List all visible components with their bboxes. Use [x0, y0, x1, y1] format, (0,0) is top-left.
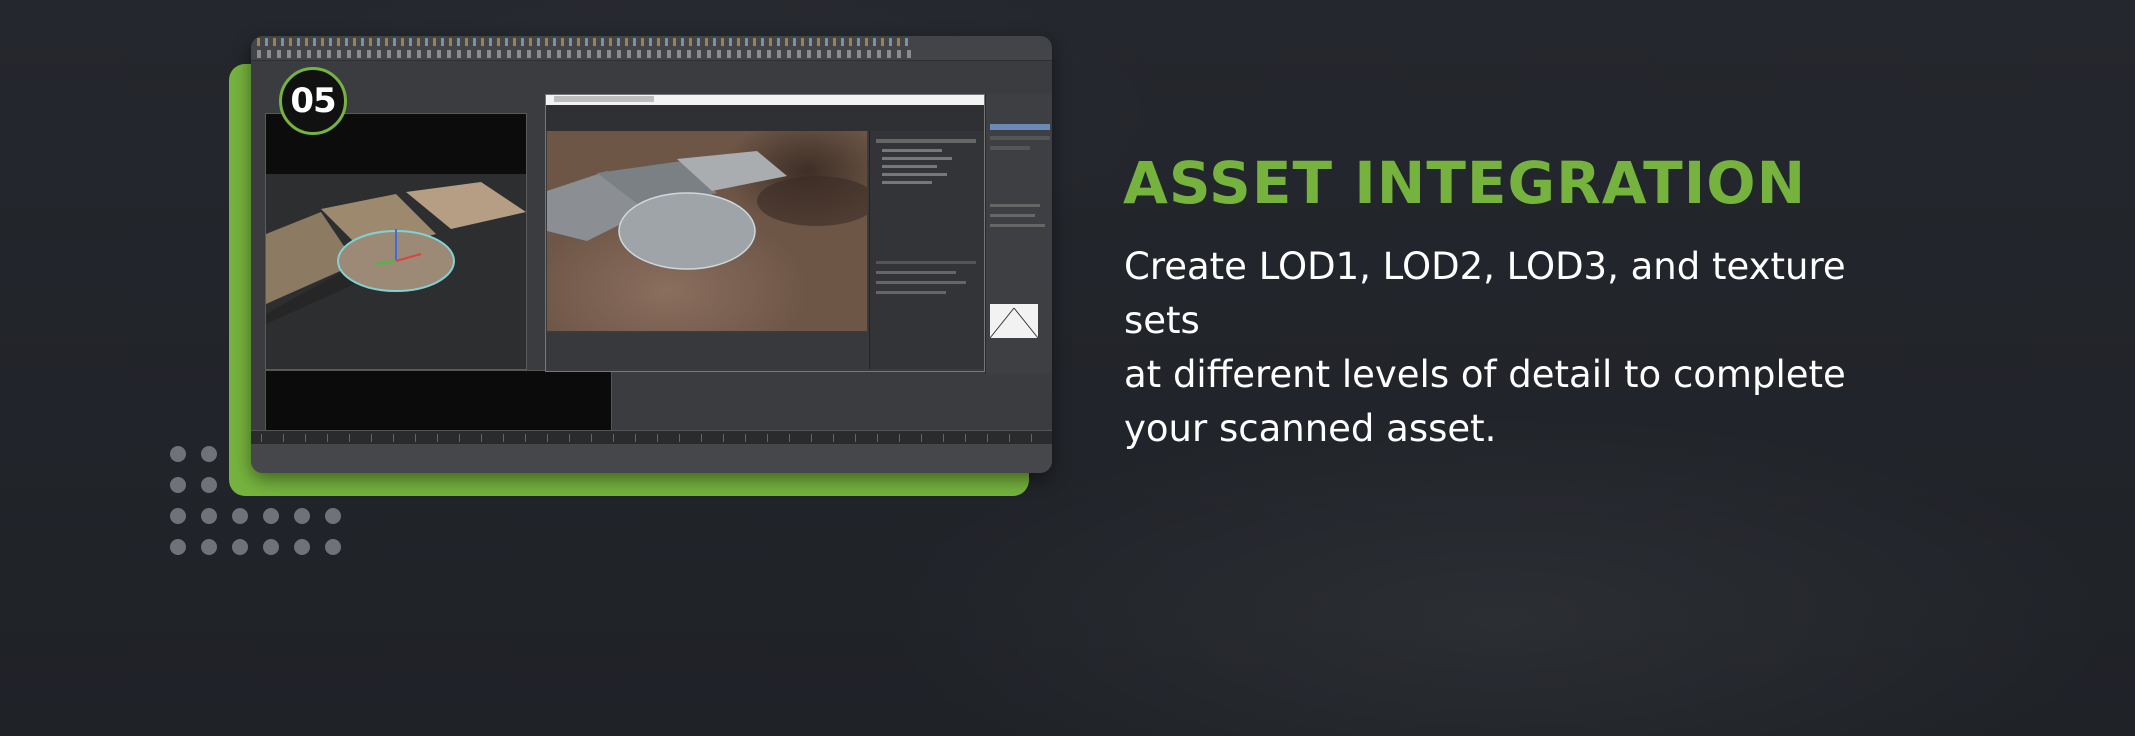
software-screenshot — [251, 36, 1052, 473]
dot — [232, 539, 248, 555]
dot — [263, 539, 279, 555]
dot — [232, 508, 248, 524]
render-window-menubar — [546, 105, 984, 131]
description-line: Create LOD1, LOD2, LOD3, and texture set… — [1124, 245, 1846, 342]
render-settings-panel — [869, 131, 984, 369]
render-window-titlebar — [546, 95, 984, 105]
dot — [201, 446, 217, 462]
dot — [325, 508, 341, 524]
description-line: at different levels of detail to complet… — [1124, 353, 1846, 396]
dot — [263, 508, 279, 524]
dot — [294, 508, 310, 524]
dot — [201, 508, 217, 524]
render-window-statusbar — [547, 333, 867, 369]
status-bar — [251, 444, 1052, 473]
dot — [325, 539, 341, 555]
dot — [170, 539, 186, 555]
secondary-toolbar — [251, 48, 1052, 61]
viewport-scene — [266, 182, 526, 324]
section-description: Create LOD1, LOD2, LOD3, and texture set… — [1124, 240, 1924, 456]
dot — [170, 477, 186, 493]
description-line: your scanned asset. — [1124, 407, 1497, 450]
section-heading: ASSET INTEGRATION — [1123, 149, 1807, 217]
render-window — [545, 94, 985, 372]
bottom-viewport — [265, 370, 612, 432]
dot — [170, 508, 186, 524]
dot — [201, 539, 217, 555]
dot — [294, 539, 310, 555]
dot — [170, 446, 186, 462]
perspective-viewport — [265, 113, 527, 370]
command-panel — [985, 94, 1052, 374]
render-scene — [547, 151, 867, 270]
dot — [201, 477, 217, 493]
render-preview — [547, 131, 867, 331]
step-number-badge: 05 — [279, 67, 347, 135]
timeline — [251, 430, 1052, 445]
